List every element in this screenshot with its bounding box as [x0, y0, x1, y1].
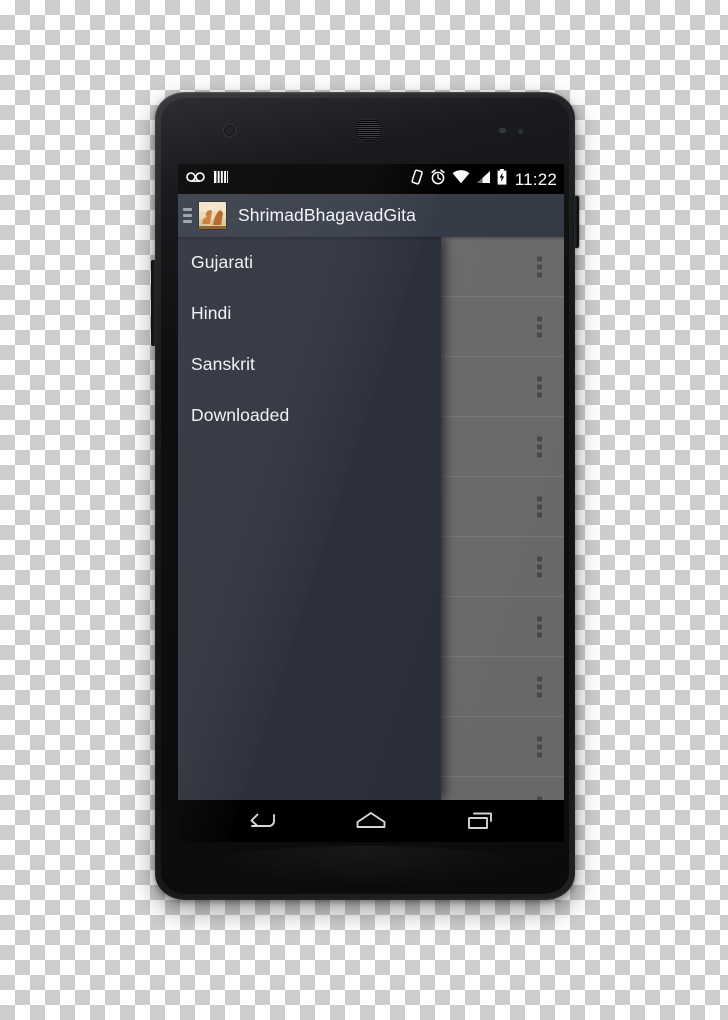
- content-area: Gujarati Hindi Sanskrit Downloaded: [178, 237, 564, 800]
- front-camera: [224, 125, 235, 136]
- status-bar-left-icons: [186, 170, 228, 189]
- back-button[interactable]: [234, 804, 290, 838]
- recents-button[interactable]: [452, 804, 508, 838]
- overflow-menu-icon[interactable]: [537, 436, 542, 457]
- app-title: ShrimadBhagavadGita: [238, 205, 416, 225]
- navigation-drawer: Gujarati Hindi Sanskrit Downloaded: [178, 237, 441, 800]
- overflow-menu-icon[interactable]: [537, 376, 542, 397]
- app-bar: ShrimadBhagavadGita: [178, 194, 564, 237]
- earpiece-speaker: [355, 119, 383, 141]
- sidebar-item-hindi[interactable]: Hindi: [178, 288, 441, 339]
- home-button[interactable]: [343, 804, 399, 838]
- overflow-menu-icon[interactable]: [537, 616, 542, 637]
- overflow-menu-icon[interactable]: [537, 736, 542, 757]
- proximity-sensor: [499, 128, 506, 133]
- sidebar-item-label: Hindi: [191, 303, 232, 323]
- android-navigation-bar: [178, 800, 564, 842]
- status-bar: 11:22: [178, 164, 564, 194]
- overflow-menu-icon[interactable]: [537, 256, 542, 277]
- power-button[interactable]: [574, 196, 579, 248]
- sidebar-item-gujarati[interactable]: Gujarati: [178, 237, 441, 288]
- app-logo-icon: [199, 202, 226, 229]
- sim-toolkit-icon: [214, 170, 228, 189]
- sidebar-item-downloaded[interactable]: Downloaded: [178, 390, 441, 441]
- sidebar-item-label: Downloaded: [191, 405, 290, 425]
- overflow-menu-icon[interactable]: [537, 316, 542, 337]
- sidebar-item-label: Sanskrit: [191, 354, 256, 374]
- status-bar-clock: 11:22: [514, 169, 557, 189]
- ambient-light-sensor: [518, 129, 523, 134]
- screenshot-canvas: 11:22 ShrimadBhagavadGita Gujarati Hindi…: [0, 0, 728, 1020]
- alarm-icon: [430, 168, 446, 190]
- sidebar-item-sanskrit[interactable]: Sanskrit: [178, 339, 441, 390]
- overflow-menu-icon[interactable]: [537, 496, 542, 517]
- bottom-bezel-highlight: [193, 846, 537, 888]
- overflow-menu-icon[interactable]: [537, 676, 542, 697]
- phone-front-glass: 11:22 ShrimadBhagavadGita Gujarati Hindi…: [161, 98, 569, 894]
- volume-button[interactable]: [151, 260, 156, 346]
- battery-charging-icon: [497, 168, 507, 190]
- phone-device: 11:22 ShrimadBhagavadGita Gujarati Hindi…: [151, 92, 579, 900]
- cellular-signal-icon: [476, 170, 491, 189]
- phone-screen: 11:22 ShrimadBhagavadGita Gujarati Hindi…: [178, 164, 564, 842]
- status-bar-right-icons: 11:22: [410, 168, 557, 190]
- voicemail-icon: [186, 170, 206, 188]
- menu-icon[interactable]: [181, 208, 197, 223]
- vibrate-icon: [410, 168, 424, 190]
- sidebar-item-label: Gujarati: [191, 252, 254, 272]
- overflow-menu-icon[interactable]: [537, 556, 542, 577]
- wifi-icon: [452, 169, 470, 189]
